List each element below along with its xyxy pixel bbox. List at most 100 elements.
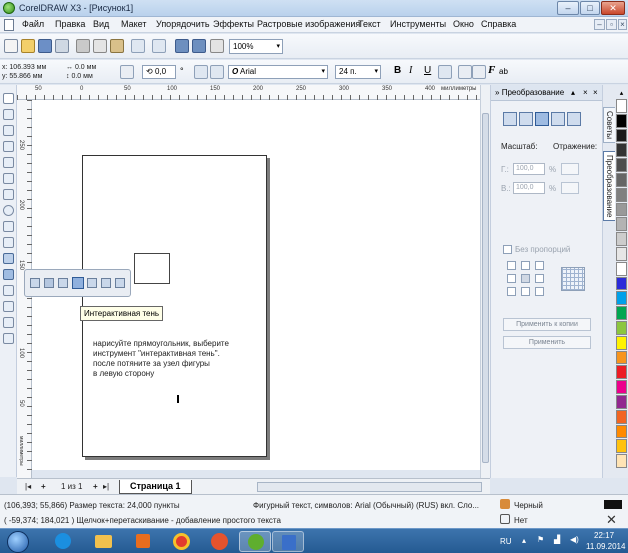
page-tab[interactable]: Страница 1 <box>119 480 192 494</box>
docker-close-all-icon[interactable]: × <box>593 88 598 97</box>
menu-text[interactable]: Текст <box>358 19 381 29</box>
taskbar-opera-button[interactable] <box>203 531 235 552</box>
palette-swatch[interactable] <box>616 291 627 306</box>
vertical-scale-field[interactable]: 100,0 <box>513 182 545 194</box>
columns-icon[interactable] <box>472 65 486 79</box>
blend-tool-icon[interactable] <box>30 278 40 288</box>
open-icon[interactable] <box>21 39 35 53</box>
menu-window[interactable]: Окно <box>453 19 474 29</box>
tray-chevron-icon[interactable]: ▴ <box>522 536 526 545</box>
import-icon[interactable] <box>175 39 189 53</box>
palette-swatch[interactable] <box>616 424 627 439</box>
crop-tool-icon[interactable] <box>3 125 14 136</box>
rotation-field[interactable]: ⟲ 0,0 <box>142 65 176 79</box>
clock-date[interactable]: 11.09.2014 <box>586 542 625 551</box>
outline-tool-icon[interactable] <box>3 301 14 312</box>
scale-mode-icon[interactable] <box>535 112 549 126</box>
redo-icon[interactable] <box>152 39 166 53</box>
taskbar-word-button[interactable] <box>272 531 304 552</box>
palette-swatch[interactable] <box>616 158 627 172</box>
palette-swatch[interactable] <box>616 113 627 128</box>
eyedropper-tool-icon[interactable] <box>3 285 14 296</box>
docker-collapse-icon[interactable]: » <box>495 88 499 97</box>
mirror-horizontal-button[interactable] <box>561 163 579 175</box>
align-icon[interactable] <box>438 65 452 79</box>
horizontal-scrollbar[interactable] <box>257 482 482 492</box>
height-value[interactable]: 0.0 мм <box>71 73 92 80</box>
palette-swatch[interactable] <box>616 187 627 202</box>
shape-tool-icon[interactable] <box>3 109 14 120</box>
palette-swatch[interactable] <box>616 350 627 365</box>
paste-icon[interactable] <box>110 39 124 53</box>
zoom-level-select[interactable]: 100% ▾ <box>229 39 283 54</box>
last-page-button[interactable]: ▸| <box>103 482 109 491</box>
palette-swatch[interactable] <box>616 395 627 409</box>
italic-button[interactable]: I <box>409 65 412 76</box>
polygon-tool-icon[interactable] <box>3 221 14 232</box>
undo-icon[interactable] <box>131 39 145 53</box>
mdi-restore-button[interactable]: ▫ <box>606 19 617 30</box>
start-button[interactable] <box>7 531 29 553</box>
fill-color-swatch[interactable] <box>604 500 622 509</box>
palette-swatch[interactable] <box>616 202 627 217</box>
palette-swatch[interactable] <box>616 335 627 350</box>
docker-close-icon[interactable]: × <box>583 88 588 97</box>
mirror-vertical-button[interactable] <box>561 182 579 194</box>
x-value[interactable]: 106.393 мм <box>9 64 46 71</box>
palette-swatch[interactable] <box>616 143 627 158</box>
extrude-tool-icon[interactable] <box>101 278 111 288</box>
palette-swatch[interactable] <box>616 409 627 424</box>
rotate-mode-icon[interactable] <box>519 112 533 126</box>
menu-file[interactable]: Файл <box>22 19 44 29</box>
palette-swatch[interactable] <box>616 306 627 320</box>
proportions-checkbox[interactable] <box>503 245 512 254</box>
palette-swatch[interactable] <box>616 380 627 394</box>
horizontal-ruler[interactable]: 50 0 50 100 150 200 250 300 350 400 милл… <box>17 85 490 100</box>
edit-text-button[interactable]: ab <box>499 67 508 76</box>
distort-tool-icon[interactable] <box>58 278 68 288</box>
taskbar-media-button[interactable] <box>127 531 159 552</box>
docker-expand-icon[interactable]: ▴ <box>571 88 575 97</box>
size-mode-icon[interactable] <box>551 112 565 126</box>
palette-swatch[interactable] <box>616 365 627 380</box>
cut-icon[interactable] <box>76 39 90 53</box>
scrollbar-thumb[interactable] <box>482 113 489 463</box>
fill-tool-icon[interactable] <box>3 317 14 328</box>
mdi-close-button[interactable]: × <box>618 19 627 30</box>
font-list-select[interactable]: O Arial ▾ <box>228 65 328 79</box>
freehand-tool-icon[interactable] <box>3 157 14 168</box>
volume-icon[interactable]: ◀) <box>570 535 579 544</box>
palette-swatch[interactable] <box>616 321 627 335</box>
palette-scroll-up-icon[interactable]: ▴ <box>616 89 627 97</box>
taskbar-coreldraw-button[interactable] <box>239 531 271 552</box>
mdi-minimize-button[interactable]: – <box>594 19 605 30</box>
apply-button[interactable]: Применить <box>503 336 591 349</box>
copy-icon[interactable] <box>93 39 107 53</box>
drawn-rectangle[interactable] <box>134 253 170 284</box>
palette-swatch[interactable] <box>616 173 627 187</box>
menu-tools[interactable]: Инструменты <box>390 19 446 29</box>
no-outline-icon[interactable]: ✕ <box>606 512 617 528</box>
vertical-scrollbar[interactable] <box>480 85 490 478</box>
taskbar-chrome-button[interactable] <box>165 531 197 552</box>
menu-help[interactable]: Справка <box>481 19 516 29</box>
add-page-before-button[interactable]: + <box>41 482 46 491</box>
anchor-point-grid[interactable] <box>507 261 547 297</box>
minimize-button[interactable]: – <box>557 1 579 15</box>
document-icon[interactable] <box>4 19 14 31</box>
skew-mode-icon[interactable] <box>567 112 581 126</box>
taskbar-ie-button[interactable] <box>47 531 79 552</box>
y-value[interactable]: 55.866 мм <box>9 73 42 80</box>
pick-tool-icon[interactable] <box>3 93 14 104</box>
bold-button[interactable]: B <box>394 65 401 76</box>
position-mode-icon[interactable] <box>503 112 517 126</box>
menu-bitmaps[interactable]: Растровые изображения <box>257 19 360 29</box>
mirror-vertical-icon[interactable] <box>210 65 224 79</box>
save-icon[interactable] <box>38 39 52 53</box>
export-icon[interactable] <box>192 39 206 53</box>
drop-shadow-tool-icon[interactable] <box>72 277 84 289</box>
basic-shapes-tool-icon[interactable] <box>3 237 14 248</box>
interactive-tool-icon[interactable] <box>3 269 14 280</box>
text-tool-icon[interactable] <box>3 253 14 264</box>
interactive-fill-tool-icon[interactable] <box>3 333 14 344</box>
